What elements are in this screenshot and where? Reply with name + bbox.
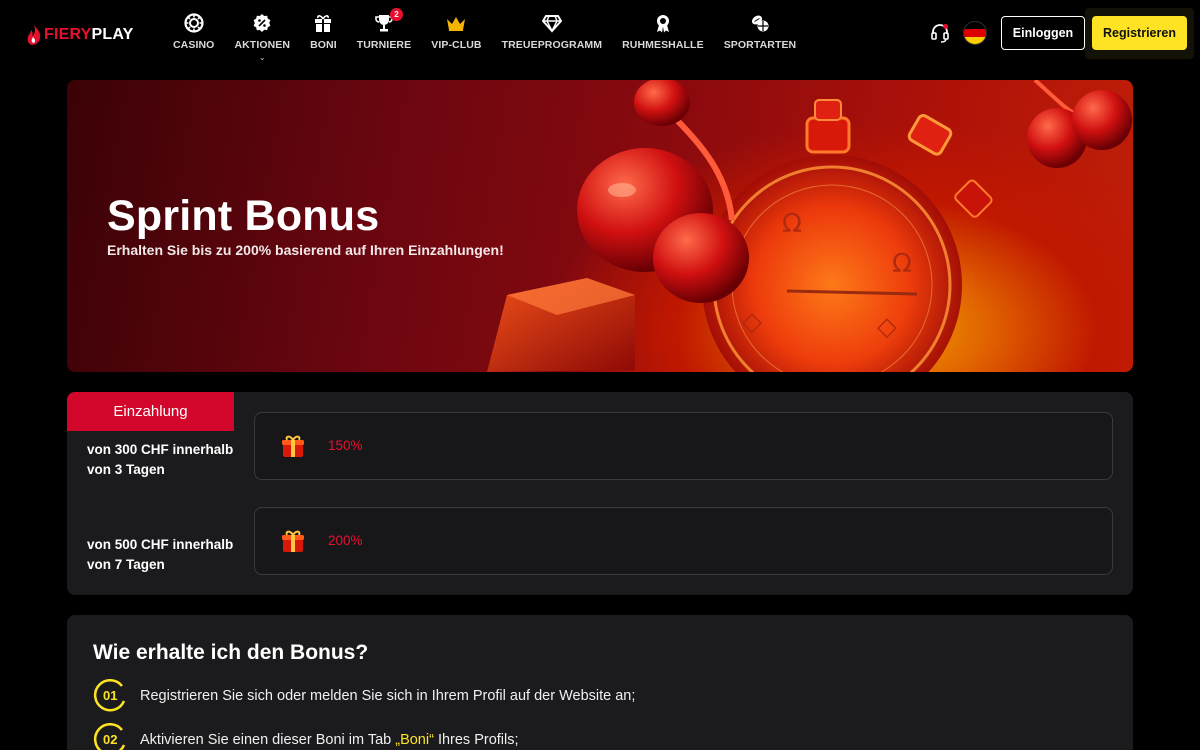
- logo-text-play: PLAY: [91, 26, 134, 43]
- casino-chip-icon: [183, 12, 205, 34]
- top-header: FIERYPLAY CASINO AKTIONEN ⌄ BONI 2 TURNI…: [0, 0, 1200, 66]
- chevron-down-icon: ⌄: [258, 53, 266, 62]
- deposit-condition-line1: von 300 CHF innerhalb: [87, 442, 234, 457]
- nav-label-ruhmeshalle: RUHMESHALLE: [622, 39, 704, 51]
- how-to-title: Wie erhalte ich den Bonus?: [93, 641, 369, 664]
- nav-label-vip-club: VIP-CLUB: [431, 39, 482, 51]
- diamond-icon: [541, 12, 563, 34]
- nav-label-aktionen: AKTIONEN: [234, 39, 291, 51]
- support-headset-icon[interactable]: [930, 23, 950, 43]
- nav-item-aktionen[interactable]: AKTIONEN ⌄: [226, 12, 298, 62]
- nav-item-turniere[interactable]: 2 TURNIERE: [349, 8, 419, 62]
- german-flag-icon[interactable]: [963, 21, 987, 45]
- svg-text:Ω: Ω: [892, 249, 912, 279]
- step-text: Aktivieren Sie einen dieser Boni im Tab …: [140, 732, 519, 748]
- how-to-section: Wie erhalte ich den Bonus? 01 Registrier…: [67, 615, 1133, 750]
- sports-ball-icon: [749, 12, 771, 34]
- tournament-count-badge: 2: [389, 8, 403, 21]
- main-nav: CASINO AKTIONEN ⌄ BONI 2 TURNIERE VIP-CL…: [165, 8, 808, 62]
- gift-box-icon: [282, 530, 304, 552]
- login-button[interactable]: Einloggen: [1001, 16, 1085, 50]
- register-button[interactable]: Registrieren: [1092, 16, 1187, 50]
- nav-item-boni[interactable]: BONI: [302, 12, 345, 62]
- deposit-condition-line1: von 500 CHF innerhalb: [87, 537, 234, 552]
- tab-einzahlung[interactable]: Einzahlung: [67, 392, 234, 431]
- nav-label-turniere: TURNIERE: [356, 39, 412, 51]
- svg-text:Ω: Ω: [782, 209, 802, 239]
- hero-title: Sprint Bonus: [107, 192, 380, 240]
- step-number-badge: 01: [93, 679, 127, 713]
- step-text-after: Ihres Profils;: [433, 732, 519, 748]
- boni-tab-link[interactable]: „Boni“: [395, 732, 434, 748]
- fieryplay-logo[interactable]: FIERYPLAY: [26, 23, 134, 47]
- step-number: 02: [103, 732, 118, 747]
- step-item: 01 Registrieren Sie sich oder melden Sie…: [93, 679, 635, 713]
- deposit-condition-label: von 500 CHF innerhalb von 7 Tagen: [87, 535, 247, 575]
- hero-banner: Ω Ω ◇ ◇ Sprint Bonus Erhalten Sie bis zu…: [67, 80, 1133, 372]
- nav-item-ruhmeshalle[interactable]: RUHMESHALLE: [614, 12, 712, 62]
- bonus-percent: 150%: [328, 438, 363, 453]
- bonus-percent: 200%: [328, 533, 363, 548]
- nav-item-casino[interactable]: CASINO: [165, 12, 222, 62]
- svg-text:◇: ◇: [877, 312, 897, 342]
- nav-label-casino: CASINO: [173, 39, 215, 51]
- step-number: 01: [103, 688, 118, 703]
- nav-item-vip-club[interactable]: VIP-CLUB: [423, 12, 489, 62]
- nav-label-boni: BONI: [310, 39, 337, 51]
- deposit-condition-line2: von 7 Tagen: [87, 557, 165, 572]
- gift-icon: [312, 12, 334, 34]
- step-item: 02 Aktivieren Sie einen dieser Boni im T…: [93, 723, 519, 750]
- nav-item-sportarten[interactable]: SPORTARTEN: [716, 12, 805, 62]
- step-text-before: Aktivieren Sie einen dieser Boni im Tab: [140, 732, 396, 748]
- deposit-condition-line2: von 3 Tagen: [87, 462, 165, 477]
- nav-label-treueprogramm: TREUEPROGRAMM: [501, 39, 603, 51]
- percent-badge-icon: [251, 12, 273, 34]
- svg-text:◇: ◇: [742, 307, 762, 337]
- bonus-row: 200%: [254, 507, 1113, 575]
- hero-subtitle: Erhalten Sie bis zu 200% basierend auf I…: [107, 242, 504, 258]
- gift-box-icon: [282, 435, 304, 457]
- logo-text-fiery: FIERY: [44, 26, 92, 43]
- step-text: Registrieren Sie sich oder melden Sie si…: [140, 688, 636, 704]
- nav-item-treueprogramm[interactable]: TREUEPROGRAMM: [494, 12, 610, 62]
- nav-label-sportarten: SPORTARTEN: [723, 39, 797, 51]
- step-number-badge: 02: [93, 723, 127, 750]
- crown-icon: [445, 12, 467, 34]
- bonus-row: 150%: [254, 412, 1113, 480]
- award-icon: [652, 12, 674, 34]
- flame-icon: [27, 25, 41, 45]
- deposit-condition-label: von 300 CHF innerhalb von 3 Tagen: [87, 440, 247, 480]
- deposit-table: Einzahlung von 300 CHF innerhalb von 3 T…: [67, 392, 1133, 595]
- trophy-icon: 2: [373, 8, 403, 34]
